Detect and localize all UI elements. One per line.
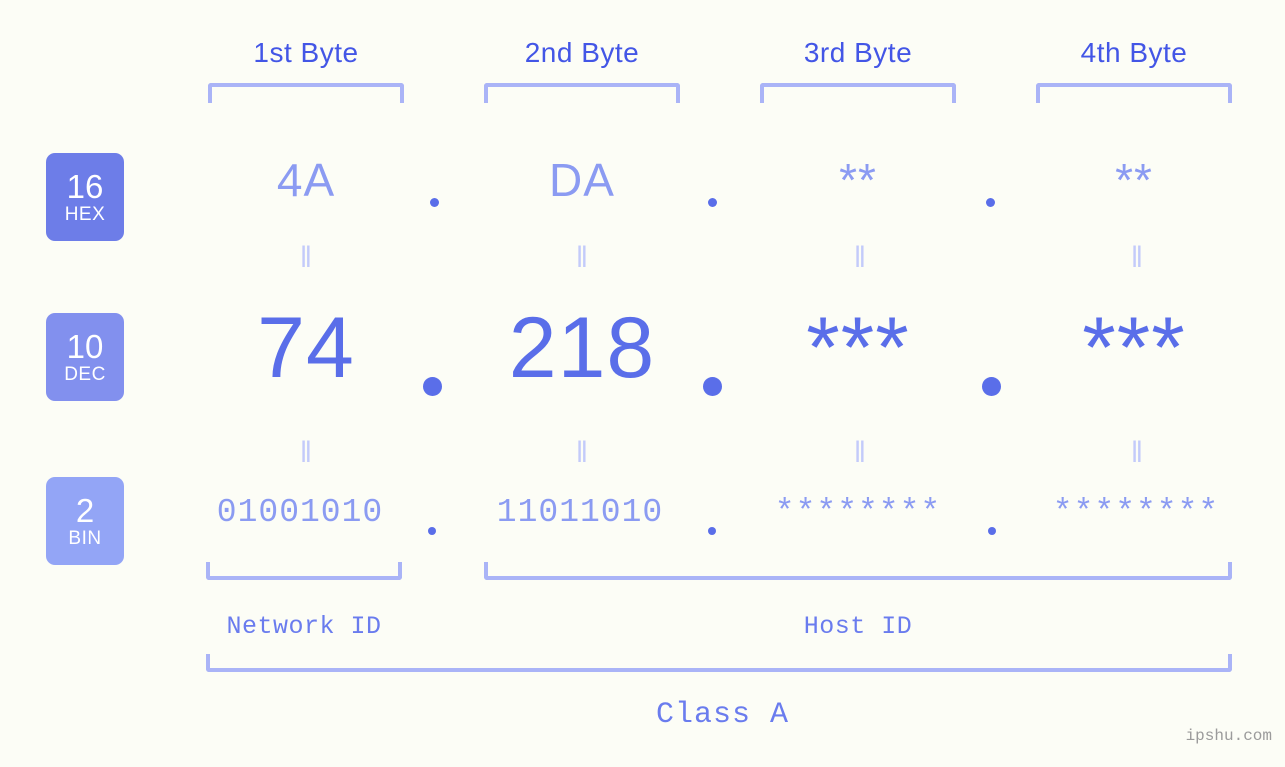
bin-dot-separator-2	[708, 527, 716, 535]
bin-dot-separator-3	[988, 527, 996, 535]
host-id-label: Host ID	[803, 612, 913, 641]
class-label: Class A	[655, 698, 790, 732]
byte-header-1: 1st Byte	[253, 37, 359, 68]
hex-dot-separator-2	[708, 198, 717, 207]
equals-connector-dec-bin-4: ‖	[1130, 436, 1144, 469]
base-badge-hex-label: HEX	[64, 204, 106, 225]
base-badge-dec: 10 DEC	[46, 313, 124, 401]
hex-dot-separator-3	[986, 198, 995, 207]
dec-byte-4: ***	[1082, 300, 1186, 396]
hex-byte-3: **	[839, 154, 877, 206]
base-badge-hex-number: 16	[66, 168, 104, 205]
equals-connector-dec-bin-1: ‖	[299, 436, 313, 469]
dec-byte-2: 218	[508, 300, 656, 396]
base-badge-hex: 16 HEX	[46, 153, 124, 241]
dec-dot-separator-1	[423, 377, 442, 396]
host-id-bracket	[484, 562, 1232, 580]
hex-byte-1: 4A	[276, 154, 336, 206]
site-watermark: ipshu.com	[1185, 727, 1272, 745]
equals-connector-dec-bin-3: ‖	[853, 436, 867, 469]
hex-dot-separator-1	[430, 198, 439, 207]
equals-connector-hex-dec-2: ‖	[575, 241, 589, 274]
hex-byte-4: **	[1115, 154, 1153, 206]
network-id-label: Network ID	[226, 612, 382, 641]
dec-dot-separator-3	[982, 377, 1001, 396]
dec-dot-separator-2	[703, 377, 722, 396]
base-badge-bin: 2 BIN	[46, 477, 124, 565]
bin-byte-4: ********	[1052, 494, 1220, 531]
hex-byte-2: DA	[549, 154, 615, 206]
ip-address-breakdown-diagram: 1st Byte 2nd Byte 3rd Byte 4th Byte 16 H…	[0, 0, 1285, 767]
dec-byte-1: 74	[257, 300, 355, 396]
byte-bracket-top-4	[1036, 83, 1232, 103]
class-bracket	[206, 654, 1232, 672]
equals-connector-hex-dec-3: ‖	[853, 241, 867, 274]
base-badge-bin-label: BIN	[68, 528, 102, 549]
base-badge-dec-label: DEC	[64, 364, 106, 385]
base-badge-bin-number: 2	[75, 492, 95, 529]
dec-byte-3: ***	[806, 300, 910, 396]
byte-bracket-top-2	[484, 83, 680, 103]
equals-connector-hex-dec-1: ‖	[299, 241, 313, 274]
byte-header-3: 3rd Byte	[803, 37, 913, 68]
bin-dot-separator-1	[428, 527, 436, 535]
equals-connector-hex-dec-4: ‖	[1130, 241, 1144, 274]
bin-byte-2: 11011010	[496, 494, 664, 531]
byte-header-4: 4th Byte	[1080, 37, 1188, 68]
byte-bracket-top-1	[208, 83, 404, 103]
bin-byte-3: ********	[774, 494, 942, 531]
byte-bracket-top-3	[760, 83, 956, 103]
network-id-bracket	[206, 562, 402, 580]
equals-connector-dec-bin-2: ‖	[575, 436, 589, 469]
bin-byte-1: 01001010	[216, 494, 384, 531]
byte-header-2: 2nd Byte	[524, 37, 640, 68]
base-badge-dec-number: 10	[66, 328, 104, 365]
